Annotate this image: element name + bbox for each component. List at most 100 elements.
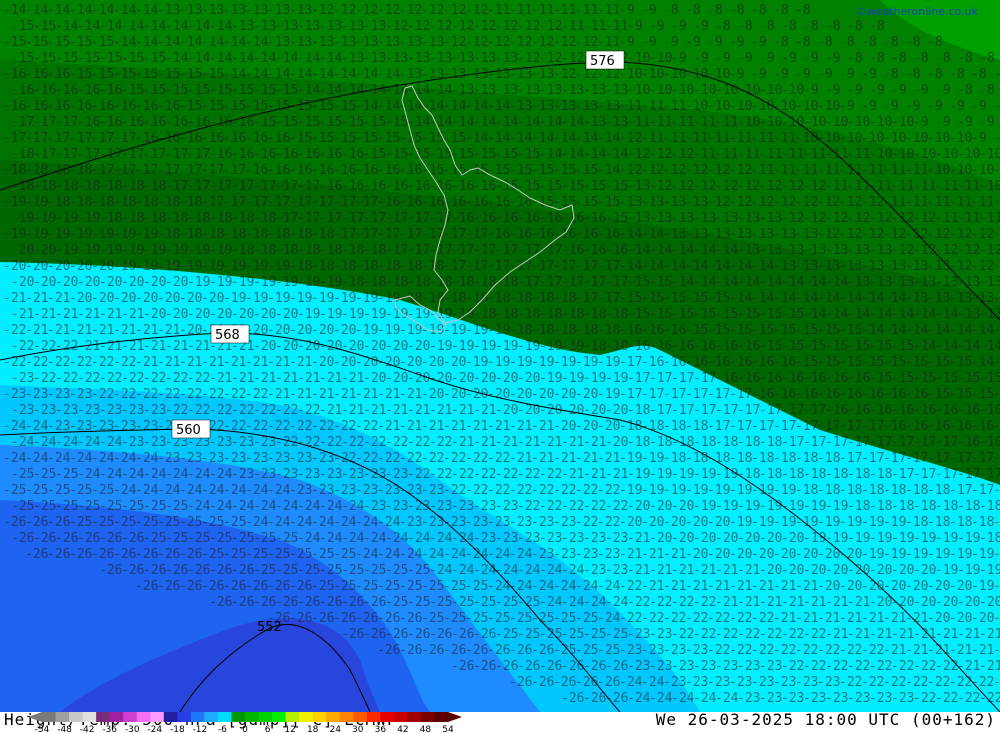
- temperature-label: -24: [99, 435, 123, 450]
- temperature-label: -14: [561, 115, 585, 130]
- scale-swatch: [299, 712, 314, 722]
- temperature-label: -13: [847, 243, 870, 258]
- temperature-label: -14: [135, 35, 159, 50]
- temperature-label: -20: [927, 579, 950, 594]
- temperature-label: -19: [861, 547, 884, 562]
- temperature-label: -21: [839, 611, 862, 626]
- temperature-label: -24: [715, 691, 739, 706]
- temperature-label: -8: [927, 67, 943, 82]
- temperature-label: -25: [253, 563, 276, 578]
- temperature-label: -9: [751, 67, 767, 82]
- temperature-label: -19: [905, 547, 928, 562]
- temperature-label: -17: [179, 163, 202, 178]
- temperature-label: -13: [231, 19, 254, 34]
- temperature-label: -14: [267, 67, 291, 82]
- temperature-label: -16: [341, 147, 364, 162]
- temperature-label: -20: [443, 387, 466, 402]
- temperature-label: -23: [495, 531, 518, 546]
- temperature-label: -16: [487, 227, 510, 242]
- temperature-label: -12: [443, 3, 466, 18]
- temperature-label: -17: [275, 179, 298, 194]
- temperature-label: -18: [275, 243, 298, 258]
- temperature-label: -17: [913, 467, 936, 482]
- temperature-label: -18: [627, 435, 650, 450]
- temperature-label: -23: [253, 467, 276, 482]
- temperature-label: -19: [971, 579, 994, 594]
- temperature-label: -24: [201, 483, 225, 498]
- temperature-label: -16: [55, 83, 78, 98]
- temperature-label: -14: [3, 3, 27, 18]
- temperature-label: -24: [605, 595, 629, 610]
- temperature-label: -18: [99, 211, 122, 226]
- temperature-label: -16: [311, 163, 334, 178]
- temperature-label: -15: [245, 99, 268, 114]
- temperature-label: -14: [883, 291, 907, 306]
- temperature-label: -15: [531, 163, 554, 178]
- temperature-label: -9: [685, 35, 701, 50]
- temperature-label: -20: [47, 259, 70, 274]
- temperature-label: -11: [825, 179, 848, 194]
- temperature-label: -10: [979, 179, 1000, 194]
- temperature-label: -21: [135, 355, 158, 370]
- temperature-label: -23: [737, 659, 760, 674]
- temperature-label: -19: [641, 451, 664, 466]
- temperature-label: -15: [619, 291, 642, 306]
- temperature-label: -18: [583, 307, 606, 322]
- temperature-label: -15: [707, 323, 730, 338]
- temperature-label: -11: [751, 131, 774, 146]
- temperature-label: -26: [451, 627, 474, 642]
- temperature-label: -14: [575, 131, 599, 146]
- temperature-label: -23: [473, 531, 496, 546]
- temperature-label: -13: [179, 3, 202, 18]
- temperature-label: -15: [99, 51, 122, 66]
- temperature-label: -22: [693, 627, 716, 642]
- temperature-label: -16: [209, 147, 232, 162]
- temperature-label: -12: [451, 19, 474, 34]
- temperature-label: -12: [707, 195, 730, 210]
- temperature-label: -10: [649, 83, 672, 98]
- temperature-label: -23: [245, 451, 268, 466]
- temperature-label: -24: [641, 675, 665, 690]
- temperature-label: -24: [223, 483, 247, 498]
- temperature-label: -18: [781, 467, 804, 482]
- temperature-label: -17: [839, 451, 862, 466]
- temperature-label: -9: [905, 99, 921, 114]
- temperature-label: -9: [693, 19, 709, 34]
- temperature-label: -15: [473, 147, 496, 162]
- temperature-label: -12: [883, 227, 906, 242]
- temperature-label: -19: [531, 355, 554, 370]
- credit-link[interactable]: ©weatheronline.co.uk: [856, 5, 978, 18]
- temperature-label: -24: [297, 531, 321, 546]
- temperature-label: -17: [421, 227, 444, 242]
- temperature-label: -14: [847, 307, 871, 322]
- svg-text:552: 552: [257, 620, 282, 635]
- temperature-label: -24: [451, 531, 475, 546]
- temperature-label: -23: [11, 403, 34, 418]
- scale-tick-label: 36: [375, 725, 387, 733]
- temperature-label: -22: [275, 403, 298, 418]
- temperature-label: -12: [993, 259, 1000, 274]
- temperature-label: -23: [363, 499, 386, 514]
- temperature-label: -13: [883, 259, 906, 274]
- temperature-label: -25: [333, 547, 356, 562]
- temperature-label: -23: [605, 531, 628, 546]
- temperature-label: -11: [949, 195, 972, 210]
- temperature-label: -17: [77, 147, 100, 162]
- temperature-label: -12: [825, 211, 848, 226]
- scale-swatch: [190, 712, 205, 722]
- temperature-label: -22: [913, 659, 936, 674]
- temperature-label: -26: [245, 579, 268, 594]
- temperature-label: -26: [121, 531, 144, 546]
- temperature-label: -21: [121, 307, 144, 322]
- temperature-label: -8: [759, 19, 775, 34]
- temperature-label: -20: [619, 515, 642, 530]
- temperature-label: -16: [289, 163, 312, 178]
- temperature-label: -20: [869, 595, 892, 610]
- temperature-label: -13: [715, 211, 738, 226]
- temperature-label: -16: [891, 403, 914, 418]
- temperature-label: -17: [33, 147, 56, 162]
- temperature-label: -12: [905, 227, 928, 242]
- temperature-label: -20: [839, 547, 862, 562]
- temperature-label: -18: [355, 259, 378, 274]
- temperature-label: -19: [949, 547, 972, 562]
